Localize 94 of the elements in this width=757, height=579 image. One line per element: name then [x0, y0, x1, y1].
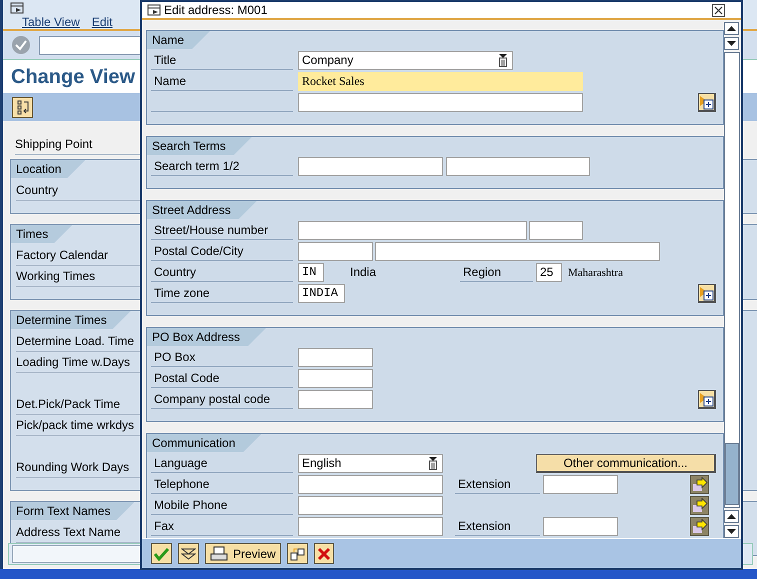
field-label: Company postal code	[151, 390, 293, 409]
arrow-button[interactable]	[690, 517, 709, 536]
input-field[interactable]: IN	[298, 263, 324, 282]
arrow-button[interactable]	[690, 496, 709, 515]
input-field[interactable]	[298, 496, 443, 515]
arrow-right-icon	[692, 477, 708, 492]
options-button[interactable]	[286, 543, 308, 564]
close-button[interactable]	[712, 4, 725, 16]
page-title: Change View	[11, 64, 136, 90]
dropdown-icon	[428, 457, 438, 470]
scroll-down-button[interactable]	[724, 37, 740, 50]
field-label: Fax	[151, 517, 293, 536]
expand-icon	[699, 94, 714, 110]
scrollbar-thumb[interactable]	[725, 443, 739, 505]
expand-button[interactable]	[698, 93, 716, 112]
scroll-up-button[interactable]	[724, 22, 740, 35]
toolbar-button[interactable]	[12, 96, 33, 118]
section-title: Name	[147, 31, 210, 49]
input-field[interactable]	[298, 221, 527, 240]
field-label: Postal Code/City	[151, 242, 293, 261]
field-label: Region	[460, 263, 533, 282]
group-title: Form Text Names	[11, 502, 134, 520]
field-label: Name	[151, 72, 293, 91]
value-text: India	[350, 264, 378, 281]
down-arrow-icon	[727, 529, 736, 534]
up-arrow-icon	[727, 26, 736, 31]
checkmark-icon	[154, 546, 169, 560]
input-field[interactable]	[298, 242, 373, 261]
printer-icon	[210, 546, 228, 561]
input-field[interactable]	[298, 369, 373, 388]
field-label: Title	[151, 51, 293, 70]
field-label: Mobile Phone	[151, 496, 293, 515]
section-title: Communication	[147, 434, 262, 452]
preview-button[interactable]: Preview	[205, 543, 281, 564]
input-field[interactable]	[298, 348, 373, 367]
input-field[interactable]	[298, 475, 443, 494]
field-label: Extension	[455, 517, 540, 536]
expand-icon	[699, 392, 714, 406]
scroll-down-button[interactable]	[724, 525, 740, 538]
dialog-title: Edit address: M001	[164, 2, 268, 19]
arrow-right-icon	[692, 519, 708, 534]
scroll-up-button[interactable]	[724, 510, 740, 523]
dropdown-field[interactable]: Company	[298, 51, 513, 70]
input-field[interactable]	[298, 93, 583, 112]
other-communication-button[interactable]: Other communication...	[536, 454, 716, 473]
input-field[interactable]	[298, 157, 443, 176]
window-icon	[10, 2, 24, 14]
cancel-button[interactable]	[314, 543, 334, 564]
input-field[interactable]	[543, 517, 618, 536]
field-label: Extension	[455, 475, 540, 494]
window-icon	[147, 4, 161, 16]
chevron-down-icon	[181, 546, 196, 560]
field-label: Street/House number	[151, 221, 293, 240]
cancel-icon	[316, 546, 331, 560]
arrow-right-icon	[692, 498, 708, 513]
close-icon	[714, 6, 723, 14]
input-field[interactable]: INDIA	[298, 284, 345, 303]
expand-button[interactable]	[698, 284, 716, 303]
field-label: PO Box	[151, 348, 293, 367]
input-field[interactable]	[529, 221, 583, 240]
confirm-button[interactable]	[151, 543, 172, 564]
input-field[interactable]: 25	[536, 263, 562, 282]
field-label: Country	[151, 263, 293, 282]
field-label: Time zone	[151, 284, 293, 303]
up-arrow-icon	[727, 514, 736, 519]
input-field[interactable]	[298, 390, 373, 409]
field-label: Postal Code	[151, 369, 293, 388]
dropdown-icon	[498, 54, 508, 67]
check-icon	[11, 35, 31, 55]
field-label: Search term 1/2	[151, 157, 293, 176]
section-title: PO Box Address	[147, 328, 266, 346]
group-title: Times	[11, 225, 72, 243]
field-label: Language	[151, 454, 293, 473]
input-field[interactable]	[298, 517, 443, 536]
arrow-button[interactable]	[690, 475, 709, 494]
group-title: Determine Times	[11, 311, 131, 329]
menu-item[interactable]: Edit	[92, 13, 113, 31]
input-field[interactable]	[446, 157, 590, 176]
input-field[interactable]: Rocket Sales	[298, 72, 583, 91]
options-icon	[290, 546, 305, 561]
expand-button[interactable]	[698, 390, 716, 409]
menu-item[interactable]: Table View	[22, 13, 80, 31]
section-title: Search Terms	[147, 137, 252, 155]
input-field[interactable]	[375, 242, 660, 261]
collapse-button[interactable]	[178, 543, 199, 564]
section-title: Street Address	[147, 201, 257, 219]
dropdown-field[interactable]: English	[298, 454, 443, 473]
field-label: Telephone	[151, 475, 293, 494]
down-arrow-icon	[727, 41, 736, 46]
expand-icon	[699, 286, 714, 300]
group-title: Location	[11, 160, 86, 178]
input-field[interactable]	[543, 475, 618, 494]
description-text: Maharashtra	[568, 266, 624, 281]
structure-icon	[16, 99, 30, 115]
